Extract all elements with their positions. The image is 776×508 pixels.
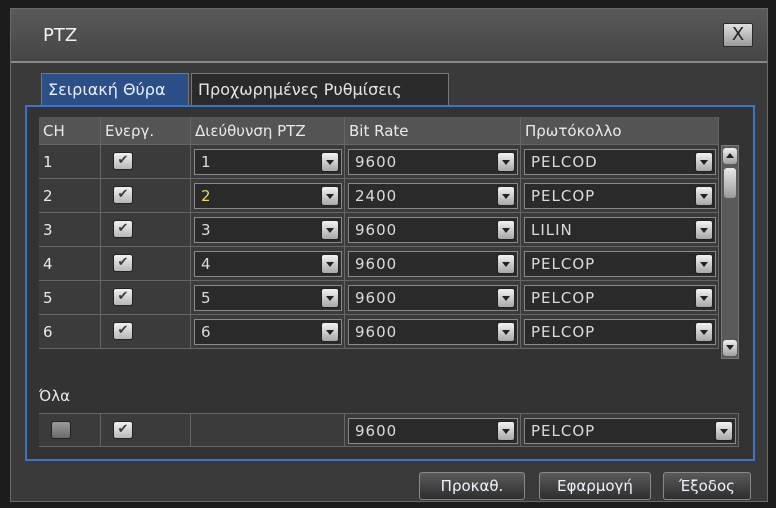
header-bitrate: Bit Rate	[345, 117, 521, 145]
chevron-down-icon	[497, 186, 515, 206]
row-ch: 1	[39, 145, 101, 179]
all-row: ✔ ✔ 9600 PELCOP	[39, 413, 739, 447]
bitrate-dropdown[interactable]: 2400	[348, 183, 518, 209]
chevron-down-icon	[497, 288, 515, 308]
chevron-down-icon	[321, 322, 339, 342]
chevron-down-icon	[695, 220, 713, 240]
chevron-down-icon	[321, 254, 339, 274]
chevron-down-icon	[695, 186, 713, 206]
scroll-thumb[interactable]	[724, 168, 736, 198]
chevron-down-icon	[497, 322, 515, 342]
exit-button[interactable]: Έξοδος	[663, 472, 751, 500]
address-dropdown[interactable]: 6	[194, 319, 342, 345]
chevron-down-icon	[497, 254, 515, 274]
enable-checkbox[interactable]: ✔	[113, 322, 133, 340]
all-select-checkbox[interactable]: ✔	[51, 421, 71, 439]
chevron-down-icon	[497, 421, 515, 441]
chevron-down-icon	[321, 220, 339, 240]
all-protocol-dropdown[interactable]: PELCOP	[524, 418, 736, 444]
address-dropdown[interactable]: 4	[194, 251, 342, 277]
table-row: 5 ✔ 5 9600 PELCOP	[39, 281, 719, 315]
chevron-down-icon	[695, 288, 713, 308]
all-enable-checkbox[interactable]: ✔	[113, 421, 133, 439]
address-dropdown[interactable]: 5	[194, 285, 342, 311]
protocol-dropdown[interactable]: PELCOP	[524, 183, 716, 209]
table-row: 4 ✔ 4 9600 PELCOP	[39, 247, 719, 281]
row-ch: 5	[39, 281, 101, 315]
tab-advanced-settings[interactable]: Προχωρημένες Ρυθμίσεις	[191, 73, 449, 105]
bitrate-dropdown[interactable]: 9600	[348, 217, 518, 243]
bitrate-dropdown[interactable]: 9600	[348, 285, 518, 311]
table-row: 1 ✔ 1 9600 PELCOD	[39, 145, 719, 179]
chevron-down-icon	[715, 421, 733, 441]
chevron-down-icon	[695, 322, 713, 342]
header-protocol: Πρωτόκολλο	[521, 117, 719, 145]
close-button[interactable]: X	[723, 23, 753, 47]
address-dropdown[interactable]: 1	[194, 149, 342, 175]
all-address-empty	[191, 413, 345, 447]
enable-checkbox[interactable]: ✔	[113, 220, 133, 238]
enable-checkbox[interactable]: ✔	[113, 254, 133, 272]
row-ch: 4	[39, 247, 101, 281]
table-row: 3 ✔ 3 9600 LILIN	[39, 213, 719, 247]
table-row: 6 ✔ 6 9600 PELCOP	[39, 315, 719, 349]
chevron-down-icon	[497, 220, 515, 240]
all-bitrate-dropdown[interactable]: 9600	[348, 418, 518, 444]
protocol-dropdown[interactable]: PELCOP	[524, 285, 716, 311]
serial-port-panel: CH Ενεργ. Διεύθυνση PTZ Bit Rate Πρωτόκο…	[25, 105, 755, 461]
all-label: Όλα	[39, 387, 70, 405]
scroll-down-icon[interactable]	[723, 340, 737, 356]
dialog-title: PTZ	[43, 25, 78, 46]
chevron-down-icon	[321, 288, 339, 308]
address-dropdown[interactable]: 2	[194, 183, 342, 209]
row-ch: 3	[39, 213, 101, 247]
apply-button[interactable]: Εφαρμογή	[539, 472, 651, 500]
chevron-down-icon	[695, 254, 713, 274]
protocol-dropdown[interactable]: PELCOP	[524, 251, 716, 277]
default-button[interactable]: Προκαθ.	[419, 472, 525, 500]
tab-serial-port[interactable]: Σειριακή Θύρα	[41, 73, 189, 105]
header-enabled: Ενεργ.	[101, 117, 191, 145]
enable-checkbox[interactable]: ✔	[113, 186, 133, 204]
table-scrollbar[interactable]	[721, 145, 739, 359]
address-dropdown[interactable]: 3	[194, 217, 342, 243]
bitrate-dropdown[interactable]: 9600	[348, 251, 518, 277]
bitrate-dropdown[interactable]: 9600	[348, 149, 518, 175]
chevron-down-icon	[321, 152, 339, 172]
title-bar: PTZ X	[11, 9, 767, 63]
enable-checkbox[interactable]: ✔	[113, 152, 133, 170]
close-icon: X	[731, 24, 745, 45]
scroll-up-icon[interactable]	[723, 148, 737, 164]
protocol-dropdown[interactable]: LILIN	[524, 217, 716, 243]
bitrate-dropdown[interactable]: 9600	[348, 319, 518, 345]
ptz-dialog: PTZ X Σειριακή Θύρα Προχωρημένες Ρυθμίσε…	[10, 8, 768, 502]
enable-checkbox[interactable]: ✔	[113, 288, 133, 306]
row-ch: 2	[39, 179, 101, 213]
header-ch: CH	[39, 117, 101, 145]
header-address: Διεύθυνση PTZ	[191, 117, 345, 145]
protocol-dropdown[interactable]: PELCOP	[524, 319, 716, 345]
chevron-down-icon	[321, 186, 339, 206]
protocol-dropdown[interactable]: PELCOD	[524, 149, 716, 175]
table-row: 2 ✔ 2 2400 PELCOP	[39, 179, 719, 213]
chevron-down-icon	[497, 152, 515, 172]
chevron-down-icon	[695, 152, 713, 172]
row-ch: 6	[39, 315, 101, 349]
